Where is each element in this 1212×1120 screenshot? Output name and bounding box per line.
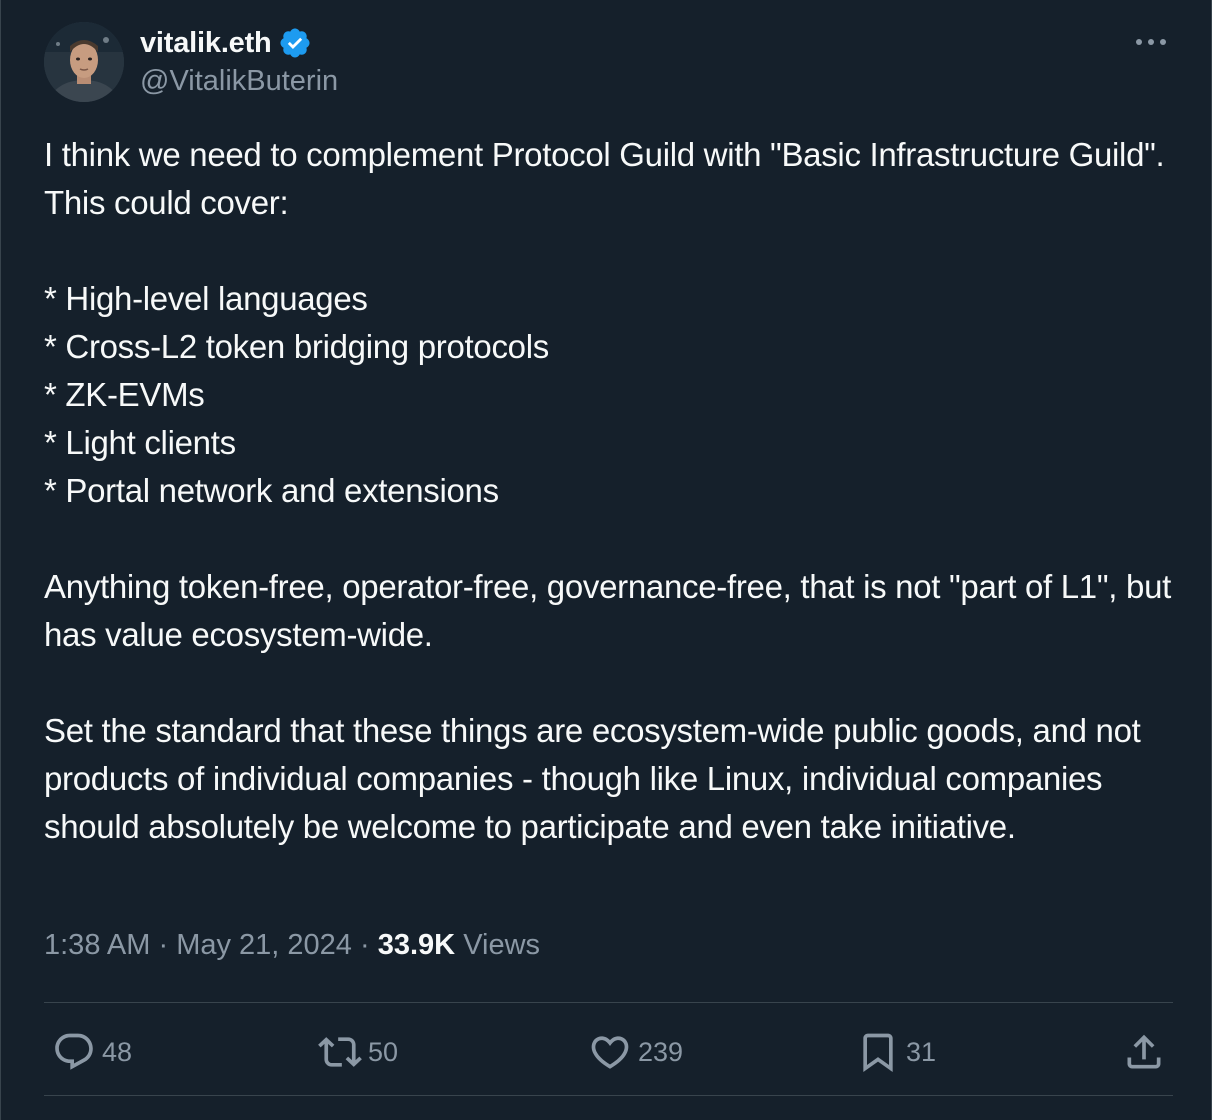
tweet-card: vitalik.eth @VitalikButerin I think we n… — [0, 0, 1212, 1120]
reply-count: 48 — [102, 1036, 133, 1067]
views-label[interactable]: Views — [463, 929, 540, 961]
views-count[interactable]: 33.9K — [378, 929, 455, 961]
more-icon[interactable] — [1131, 28, 1171, 56]
like-button[interactable]: 239 — [588, 1024, 683, 1080]
share-button[interactable] — [1122, 1024, 1166, 1080]
like-count: 239 — [638, 1036, 684, 1067]
tweet-time[interactable]: 1:38 AM — [44, 929, 150, 961]
reply-button[interactable]: 48 — [52, 1024, 132, 1080]
tweet-text: I think we need to complement Protocol G… — [44, 136, 1171, 845]
divider — [44, 1002, 1173, 1003]
bookmark-count: 31 — [906, 1036, 937, 1067]
display-name-row: vitalik.eth — [140, 24, 338, 62]
repost-button[interactable]: 50 — [318, 1024, 398, 1080]
bookmark-icon — [863, 1033, 893, 1073]
tweet-date[interactable]: May 21, 2024 — [176, 929, 352, 961]
tweet-header: vitalik.eth @VitalikButerin — [44, 22, 1171, 102]
author-names: vitalik.eth @VitalikButerin — [140, 24, 338, 98]
avatar[interactable] — [44, 22, 124, 102]
verified-badge-icon[interactable] — [278, 26, 312, 60]
repost-count: 50 — [368, 1036, 399, 1067]
tweet-meta: 1:38 AM · May 21, 2024 · 33.9K Views — [44, 929, 540, 962]
bookmark-button[interactable]: 31 — [856, 1024, 936, 1080]
meta-separator: · — [360, 929, 370, 961]
reply-icon — [55, 1033, 93, 1070]
meta-separator: · — [158, 929, 169, 961]
action-bar: 48 50 239 31 — [44, 1024, 1173, 1080]
repost-icon — [318, 1037, 362, 1067]
author-handle[interactable]: @VitalikButerin — [140, 65, 338, 98]
heart-icon — [591, 1036, 629, 1069]
divider — [44, 1095, 1173, 1096]
display-name[interactable]: vitalik.eth — [140, 27, 272, 60]
share-icon — [1127, 1034, 1161, 1069]
